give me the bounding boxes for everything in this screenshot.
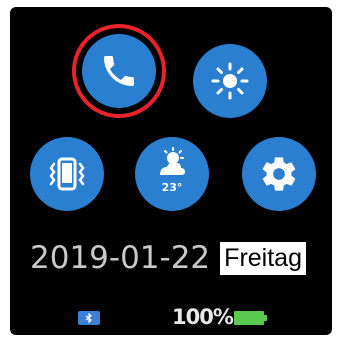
weekday-label: Freitag (220, 241, 306, 275)
vibrate-app-button[interactable] (30, 137, 104, 211)
date-row: 2019-01-22 Freitag (30, 237, 306, 279)
vibrate-phone-icon (45, 152, 89, 196)
battery-icon (234, 311, 264, 325)
gear-icon (259, 154, 299, 194)
phone-app-button[interactable] (82, 34, 156, 108)
date-text: 2019-01-22 (30, 240, 211, 276)
weather-icon (152, 147, 192, 181)
phone-icon (99, 51, 139, 91)
settings-app-button[interactable] (242, 137, 316, 211)
device-frame: 23° 2019-01-22 Freitag 100% (0, 0, 339, 340)
sun-icon (208, 59, 252, 103)
weather-app-button[interactable]: 23° (135, 137, 209, 211)
status-bar: 100% (10, 305, 332, 329)
weather-temperature: 23° (161, 181, 183, 194)
watch-screen: 23° 2019-01-22 Freitag 100% (10, 7, 332, 335)
battery-tip (264, 315, 267, 321)
battery-percentage: 100% (172, 305, 234, 329)
brightness-app-button[interactable] (193, 44, 267, 118)
bluetooth-icon (78, 311, 100, 325)
